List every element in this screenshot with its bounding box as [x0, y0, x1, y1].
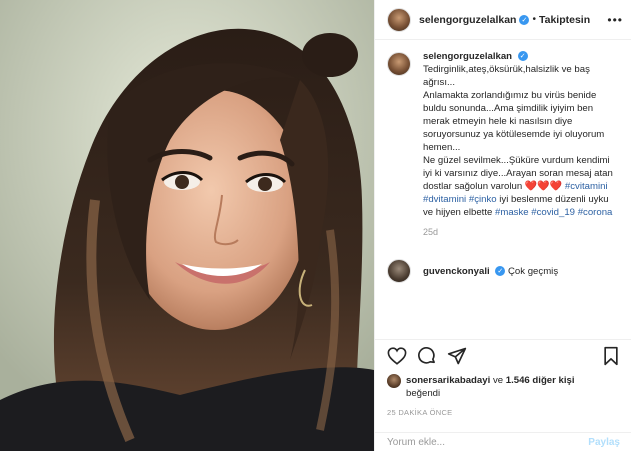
heart-emojis: ❤️❤️❤️	[524, 181, 563, 192]
comment-body: Çok geçmiş	[508, 265, 559, 277]
bookmark-icon[interactable]	[602, 346, 620, 366]
caption-author-avatar[interactable]	[387, 52, 411, 76]
verified-badge-icon: ✓	[517, 51, 528, 62]
comment-icon[interactable]	[417, 346, 437, 366]
post-header: selengorguzelalkan ✓ • Takiptesin •••	[375, 0, 631, 40]
commenter-username[interactable]: guvenckonyali	[423, 266, 490, 277]
hashtag-link[interactable]: #dvitamini	[423, 194, 466, 205]
separator-dot: •	[532, 14, 536, 25]
caption-author-username[interactable]: selengorguzelalkan	[423, 51, 512, 62]
comments-section[interactable]: selengorguzelalkan ✓ Tedirginlik,ateş,ök…	[375, 40, 631, 335]
commenter-avatar[interactable]	[387, 259, 411, 283]
hashtag-link[interactable]: #çinko	[469, 194, 497, 205]
caption-line-1: Tedirginlik,ateş,öksürük,halsizlik ve ba…	[423, 64, 590, 88]
following-status-button[interactable]: Takiptesin	[539, 14, 590, 26]
caption-line-2: Anlamakta zorlandığımız bu virüs benide …	[423, 90, 605, 153]
likes-summary: sonersarikabadayi ve 1.546 diğer kişi be…	[387, 374, 627, 400]
caption-age: 25d	[423, 227, 439, 237]
author-avatar[interactable]	[387, 7, 411, 32]
post-timestamp: 25 DAKİKA ÖNCE	[387, 408, 453, 417]
liker-avatar[interactable]	[387, 374, 401, 388]
verified-badge-icon: ✓	[519, 14, 530, 25]
post-details-panel: selengorguzelalkan ✓ • Takiptesin ••• se…	[374, 0, 631, 451]
more-options-icon[interactable]: •••	[607, 13, 623, 27]
comment-composer: Paylaş	[375, 432, 631, 451]
comment-text: guvenckonyali ✓ Çok geçmiş	[423, 266, 558, 277]
likes-suffix: beğendi	[406, 388, 441, 399]
likes-count-link[interactable]: 1.546 diğer kişi	[506, 375, 575, 386]
hashtag-link[interactable]: #covid_19	[531, 207, 575, 218]
post-photo[interactable]	[0, 0, 374, 451]
share-icon[interactable]	[447, 346, 467, 366]
hashtag-link[interactable]: #corona	[578, 207, 613, 218]
liker-username[interactable]: sonersarikabadayi	[406, 375, 490, 386]
add-comment-input[interactable]	[387, 436, 589, 448]
post-comment-button[interactable]: Paylaş	[588, 437, 620, 448]
portrait-image	[0, 0, 374, 451]
verified-badge-icon: ✓	[495, 265, 506, 276]
comment-item: guvenckonyali ✓ Çok geçmiş	[387, 259, 619, 283]
action-bar	[375, 339, 631, 371]
caption-body: selengorguzelalkan ✓ Tedirginlik,ateş,ök…	[423, 50, 619, 239]
likes-text: sonersarikabadayi ve 1.546 diğer kişi be…	[406, 374, 575, 400]
post-caption: selengorguzelalkan ✓ Tedirginlik,ateş,ök…	[387, 50, 619, 239]
author-username[interactable]: selengorguzelalkan	[419, 14, 516, 26]
hashtag-link[interactable]: #cvitamini	[565, 181, 608, 192]
hashtag-link[interactable]: #maske	[495, 207, 529, 218]
likes-connector: ve	[492, 375, 504, 386]
heart-icon[interactable]	[387, 346, 407, 365]
